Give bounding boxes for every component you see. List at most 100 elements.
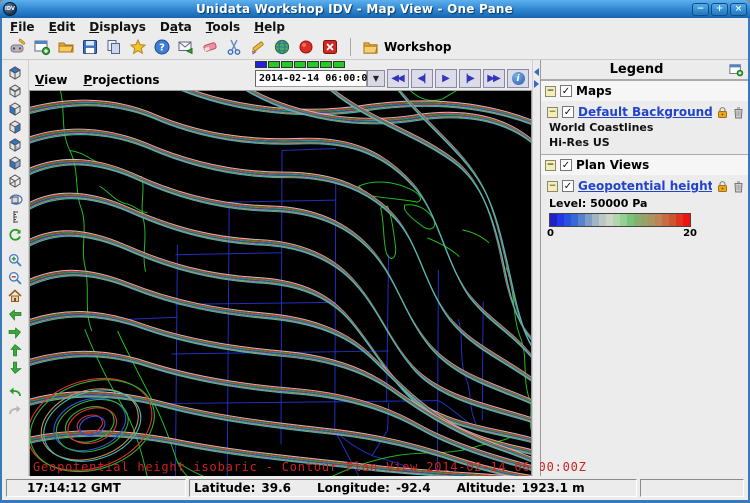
memory-progress-box	[640, 479, 744, 497]
menu-help[interactable]: Help	[254, 20, 285, 34]
map-layer-hires-us[interactable]: Hi-Res US	[541, 135, 748, 150]
float-legend-icon[interactable]	[728, 63, 744, 77]
background-maps-checkbox[interactable]	[562, 106, 574, 118]
lock-icon[interactable]	[716, 106, 729, 119]
maps-visibility-checkbox[interactable]	[560, 85, 572, 97]
menu-projections[interactable]: Projections	[83, 73, 159, 87]
idv-app-icon[interactable]: IDV	[3, 2, 17, 16]
home-view-icon[interactable]	[6, 287, 24, 305]
viewpoint-toolbar	[2, 60, 29, 476]
time-combobox[interactable]: 2014-02-14 06:00:00Z	[255, 70, 367, 87]
rotate-view-icon[interactable]	[6, 190, 24, 208]
view-back-cube-icon[interactable]	[6, 154, 24, 172]
background-maps-link[interactable]: Default Background Maps	[578, 105, 712, 119]
map-canvas[interactable]: Geopotential height isobaric - Contour P…	[29, 90, 532, 476]
pan-left-icon[interactable]	[6, 305, 24, 323]
anim-play-button[interactable]: ▶	[435, 69, 457, 88]
globe-icon[interactable]	[272, 38, 291, 57]
legend-item-geopotential: Geopotential height isob...	[541, 175, 748, 194]
perspective-cube-icon[interactable]	[6, 172, 24, 190]
anim-go-last-button[interactable]: ▶▶	[483, 69, 505, 88]
map-layer-world-coastlines[interactable]: World Coastlines	[541, 120, 748, 135]
view-left-cube-icon[interactable]	[6, 100, 24, 118]
collapse-icon[interactable]	[545, 160, 556, 171]
level-label: Level: 50000 Pa	[541, 194, 748, 212]
plan-views-visibility-checkbox[interactable]	[560, 159, 572, 171]
geopotential-checkbox[interactable]	[562, 180, 574, 192]
stop-delete-icon[interactable]	[320, 38, 339, 57]
record-icon[interactable]	[296, 38, 315, 57]
map-view-header: View Projections 2014-02-14 06:00:00Z ▼ …	[29, 60, 532, 90]
legend-item-background-maps: Default Background Maps	[541, 101, 748, 120]
maximize-button[interactable]: +	[711, 3, 728, 16]
redo-icon[interactable]	[6, 402, 24, 420]
dashboard-icon[interactable]	[8, 38, 27, 57]
collapse-icon[interactable]	[547, 107, 558, 118]
lock-icon[interactable]	[716, 180, 729, 193]
favorites-star-icon[interactable]	[128, 38, 147, 57]
splitter-collapse-right-icon[interactable]	[534, 80, 539, 88]
legend-splitter[interactable]	[532, 60, 540, 476]
close-button[interactable]: ×	[730, 3, 747, 16]
save-icon[interactable]	[80, 38, 99, 57]
minimize-button[interactable]: −	[692, 3, 709, 16]
time-dropdown-icon[interactable]: ▼	[367, 70, 385, 87]
eraser-icon[interactable]	[200, 38, 219, 57]
menu-file[interactable]: File	[10, 20, 35, 34]
view-right-cube-icon[interactable]	[6, 118, 24, 136]
colorbar[interactable]	[549, 213, 691, 227]
menu-tools[interactable]: Tools	[206, 20, 240, 34]
view-bottom-cube-icon[interactable]	[6, 82, 24, 100]
svg-text:?: ?	[159, 43, 165, 54]
anim-step-back-button[interactable]: ◀|	[411, 69, 433, 88]
pan-right-icon[interactable]	[6, 323, 24, 341]
copy-icon[interactable]	[104, 38, 123, 57]
help-icon[interactable]: ?	[152, 38, 171, 57]
menu-view[interactable]: View	[35, 73, 67, 87]
trash-icon[interactable]	[733, 106, 744, 119]
menu-displays[interactable]: Displays	[89, 20, 146, 34]
anim-go-first-button[interactable]: ◀◀	[387, 69, 409, 88]
anim-properties-button[interactable]: i	[507, 69, 529, 88]
status-bar: 17:14:12 GMT Latitude: 39.6 Longitude: -…	[2, 476, 748, 500]
collapse-icon[interactable]	[545, 86, 556, 97]
map-graphics	[30, 91, 531, 476]
colorbar-max-label: 20	[683, 228, 697, 239]
geopotential-link[interactable]: Geopotential height isob...	[578, 179, 712, 193]
workshop-folder-icon	[362, 40, 379, 55]
zoom-out-icon[interactable]	[6, 269, 24, 287]
pan-up-icon[interactable]	[6, 341, 24, 359]
window-body: File Edit Displays Data Tools Help ?	[2, 18, 748, 500]
auto-rotate-icon[interactable]	[6, 226, 24, 244]
menu-bar: File Edit Displays Data Tools Help	[2, 18, 748, 35]
cut-icon[interactable]	[224, 38, 243, 57]
map-view-panel: View Projections 2014-02-14 06:00:00Z ▼ …	[29, 60, 532, 476]
splitter-collapse-left-icon[interactable]	[534, 68, 539, 76]
collapse-icon[interactable]	[547, 181, 558, 192]
clock-display: 17:14:12 GMT	[6, 479, 186, 497]
menu-edit[interactable]: Edit	[49, 20, 76, 34]
vertical-scale-icon[interactable]	[6, 208, 24, 226]
timeline-steps[interactable]	[255, 61, 529, 68]
legend-section-maps: Maps	[541, 80, 748, 101]
view-front-cube-icon[interactable]	[6, 136, 24, 154]
workshop-label: Workshop	[384, 40, 451, 54]
pan-down-icon[interactable]	[6, 359, 24, 377]
undo-icon[interactable]	[6, 384, 24, 402]
new-window-icon[interactable]	[32, 38, 51, 57]
anim-step-forward-button[interactable]: |▶	[459, 69, 481, 88]
open-folder-icon[interactable]	[56, 38, 75, 57]
legend-panel: Legend Maps Default Background Maps Worl…	[540, 60, 748, 476]
colorbar-min-label: 0	[547, 228, 554, 239]
workshop-toolbar-group[interactable]: Workshop	[362, 40, 451, 55]
trash-icon[interactable]	[733, 180, 744, 193]
window-title: Unidata Workshop IDV - Map View - One Pa…	[17, 2, 692, 16]
menu-data[interactable]: Data	[160, 20, 192, 34]
legend-title: Legend	[545, 62, 728, 77]
zoom-in-icon[interactable]	[6, 251, 24, 269]
send-mail-icon[interactable]	[176, 38, 195, 57]
title-bar[interactable]: IDV Unidata Workshop IDV - Map View - On…	[0, 0, 750, 18]
view-top-cube-icon[interactable]	[6, 64, 24, 82]
edit-pencil-icon[interactable]	[248, 38, 267, 57]
plan-views-section-label: Plan Views	[576, 158, 649, 172]
